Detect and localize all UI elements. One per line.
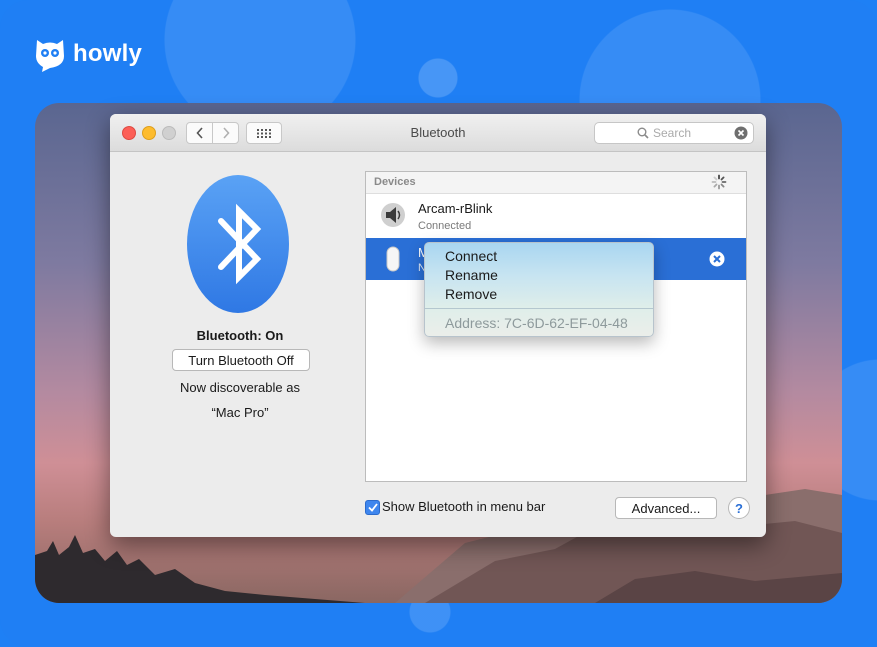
discoverable-name: “Mac Pro” [211, 405, 269, 420]
promo-frame: howly Bluetooth Search Bluetooth: On Tur… [0, 0, 877, 647]
bluetooth-logo-icon [187, 175, 289, 313]
show-in-menubar-checkbox[interactable] [365, 500, 380, 515]
checkmark-icon [367, 503, 378, 512]
help-button[interactable]: ? [728, 497, 750, 519]
devices-header-label: Devices [374, 176, 416, 188]
menu-item-remove[interactable]: Remove [445, 285, 497, 304]
menu-separator [425, 308, 653, 309]
search-input[interactable] [653, 125, 743, 141]
remove-device-icon[interactable] [709, 251, 725, 267]
brand-name: howly [73, 40, 143, 67]
device-status: Connected [418, 220, 472, 232]
owl-logo-icon [34, 36, 66, 72]
howly-logo: howly [34, 36, 142, 72]
search-field[interactable] [594, 122, 754, 144]
device-name: Arcam-rBlink [418, 201, 493, 216]
title-bar: Bluetooth [110, 114, 766, 152]
speaker-icon [381, 203, 405, 227]
advanced-button[interactable]: Advanced... [615, 497, 717, 519]
turn-bluetooth-off-button[interactable]: Turn Bluetooth Off [172, 349, 310, 371]
clear-search-icon[interactable] [734, 126, 748, 140]
mouse-icon [386, 246, 400, 272]
menu-item-connect[interactable]: Connect [445, 247, 497, 266]
device-row[interactable]: Arcam-rBlink Connected [366, 194, 746, 236]
devices-header: Devices [366, 172, 746, 194]
device-context-menu: Connect Rename Remove Address: 7C-6D-62-… [424, 242, 654, 337]
searching-spinner-icon [711, 174, 727, 190]
search-icon [637, 127, 649, 139]
menu-item-rename[interactable]: Rename [445, 266, 498, 285]
bluetooth-status: Bluetooth: On [196, 328, 284, 343]
discoverable-text: Now discoverable as [180, 380, 300, 395]
bluetooth-preferences-window: Bluetooth Search Bluetooth: On Turn Blue… [110, 114, 766, 537]
device-address: Address: 7C-6D-62-EF-04-48 [445, 315, 628, 331]
show-in-menubar-label[interactable]: Show Bluetooth in menu bar [382, 499, 545, 514]
